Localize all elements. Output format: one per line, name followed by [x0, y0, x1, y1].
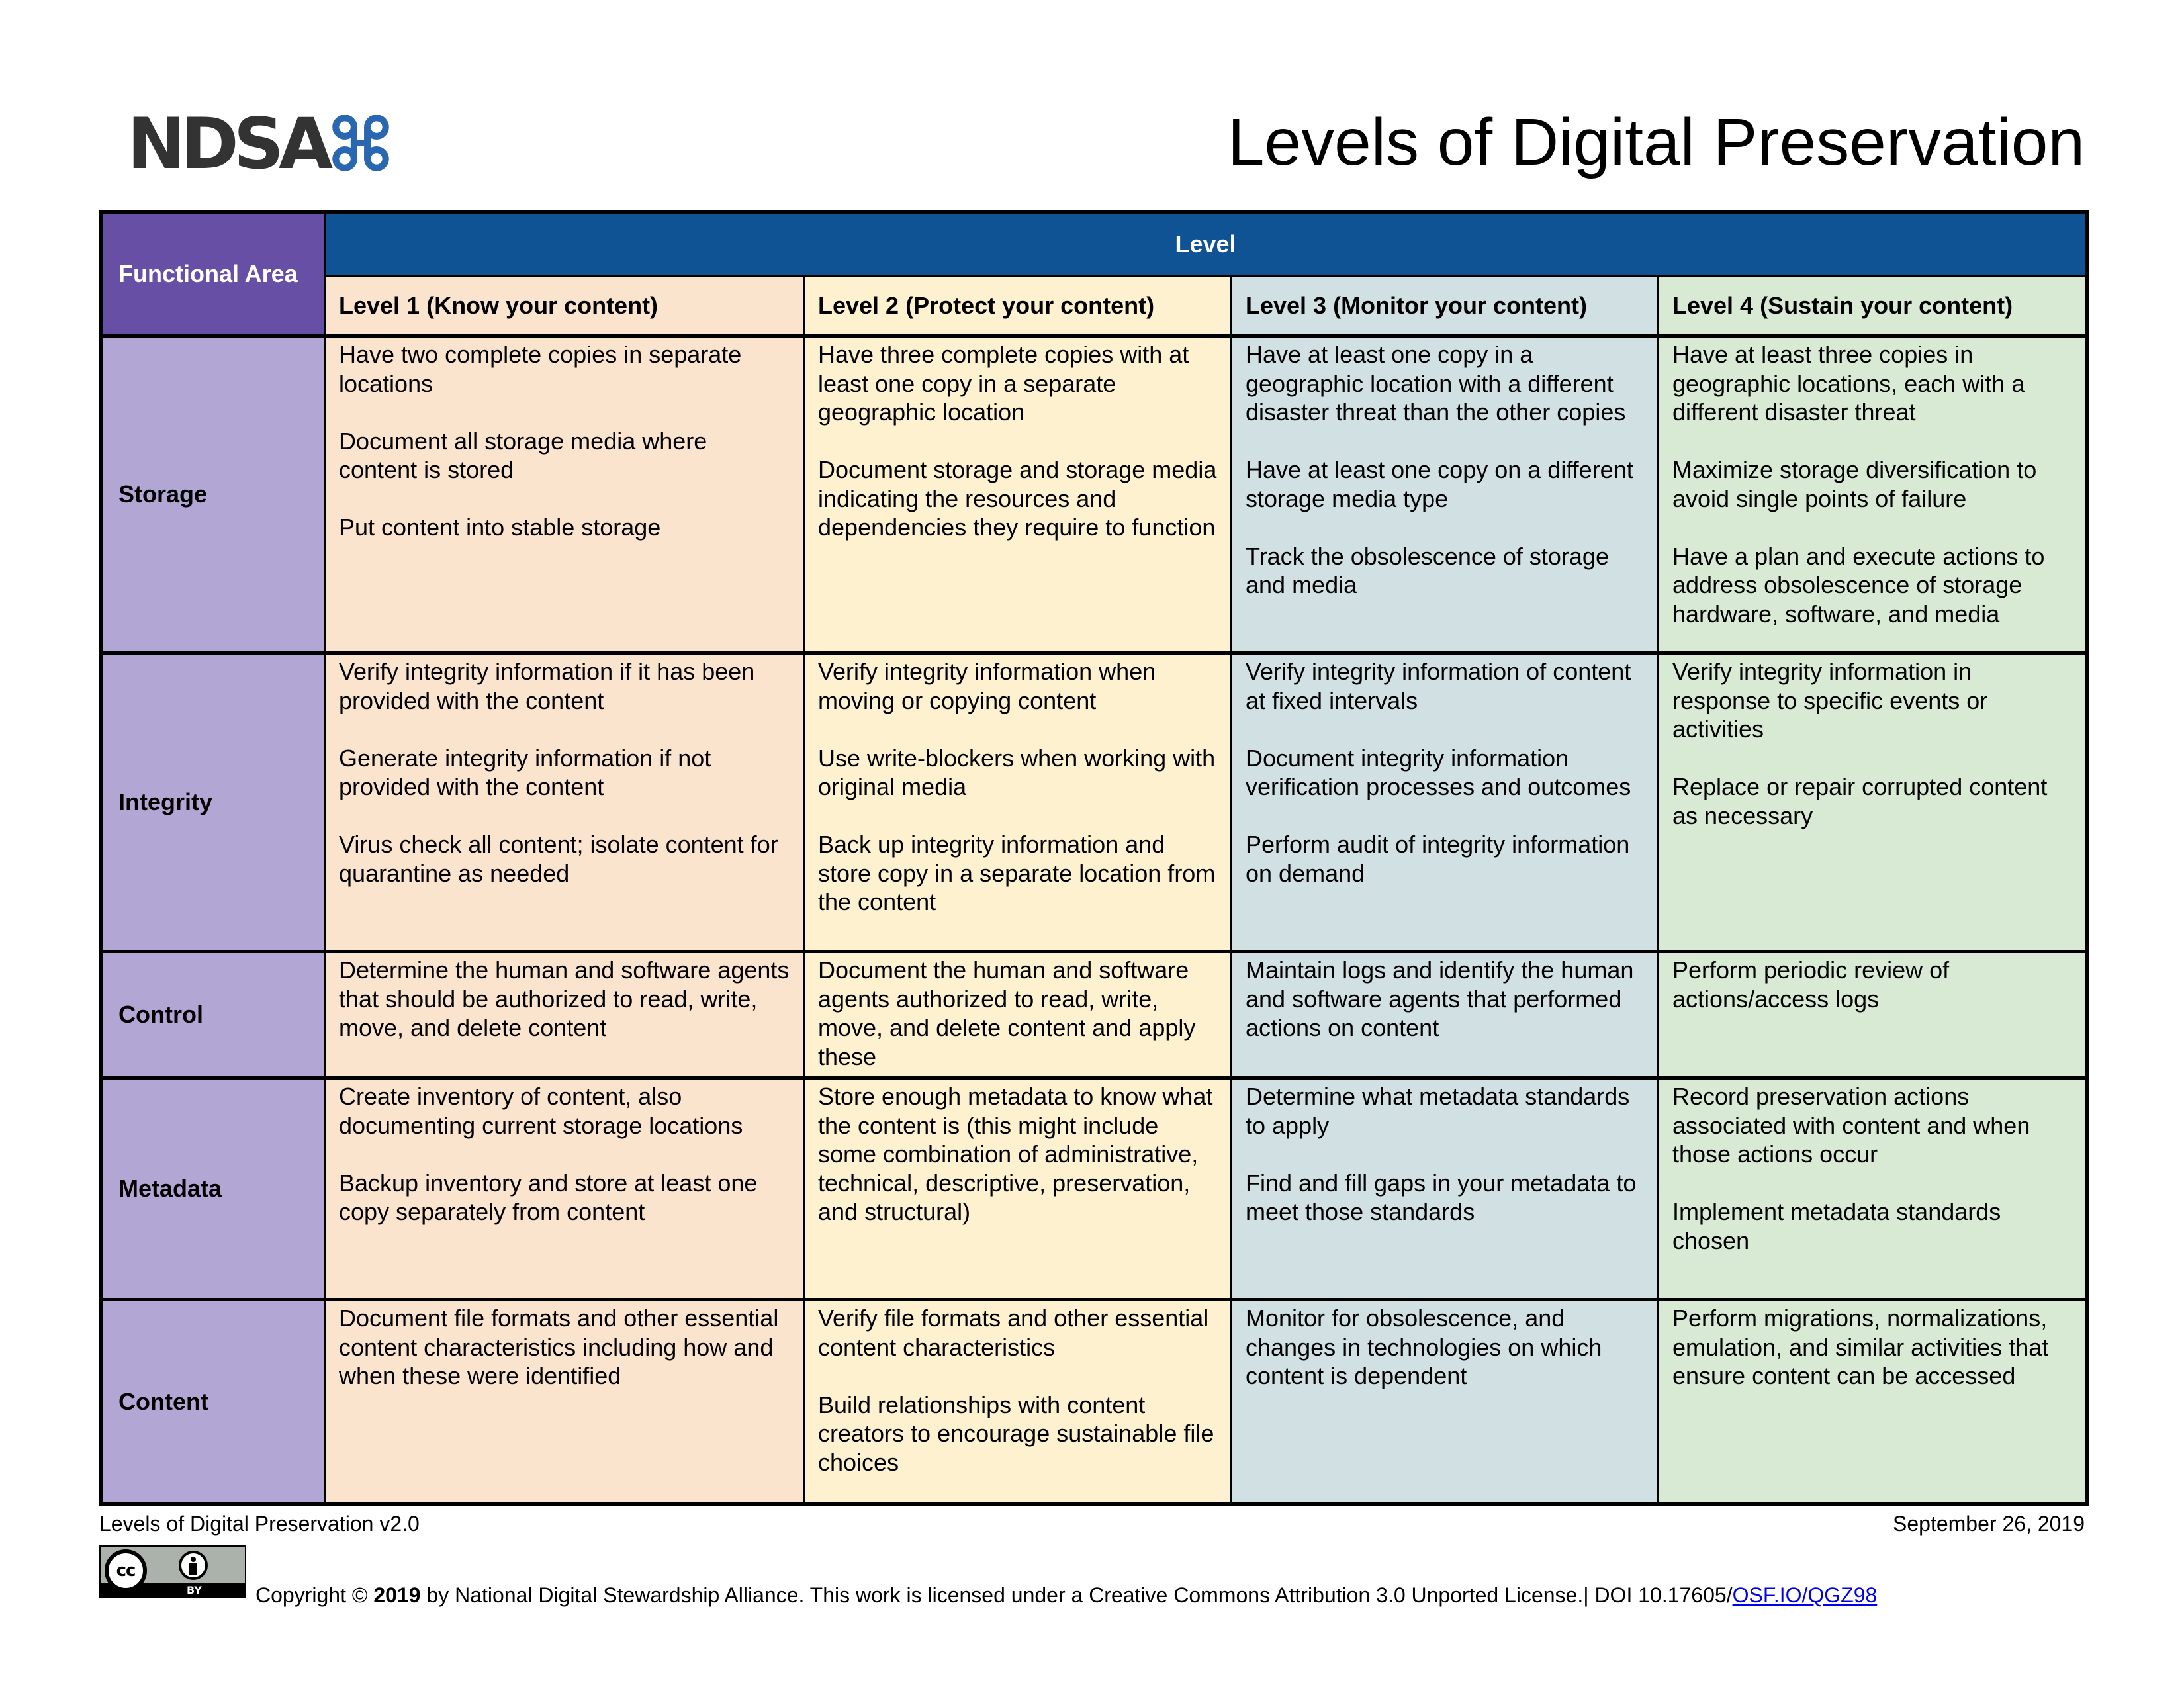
- level-2-cell: Store enough metadata to know what the c…: [803, 1076, 1232, 1301]
- requirement-item: Document storage and storage media indic…: [818, 456, 1217, 541]
- requirement-item: Have at least one copy on a different st…: [1246, 456, 1633, 512]
- requirement-item: Determine the human and software agents …: [339, 956, 790, 1041]
- requirement-item: Record preservation actions associated w…: [1672, 1083, 2030, 1168]
- requirement-item: Document integrity information verificat…: [1246, 744, 1631, 801]
- level-2-header: Level 2 (Protect your content): [803, 275, 1232, 338]
- requirement-item: Have two complete copies in separate loc…: [339, 341, 742, 397]
- level-2-cell: Verify file formats and other essential …: [803, 1298, 1232, 1505]
- requirement-item: Perform migrations, normalizations, emul…: [1672, 1305, 2049, 1389]
- copyright-notice: Copyright © 2019 by National Digital Ste…: [255, 1583, 1877, 1608]
- level-1-cell: Have two complete copies in separate loc…: [324, 334, 805, 654]
- requirement-item: Document file formats and other essentia…: [339, 1305, 779, 1389]
- requirement-item: Verify integrity information if it has b…: [339, 658, 755, 714]
- levels-table: Functional Area Level Level 1 (Know your…: [99, 210, 2089, 1506]
- logo-text: NDSA: [127, 103, 333, 185]
- level-1-cell: Document file formats and other essentia…: [324, 1298, 805, 1505]
- level-3-cell: Verify integrity information of content …: [1230, 651, 1659, 952]
- requirement-item: Document all storage media where content…: [339, 427, 707, 484]
- requirement-item: Put content into stable storage: [339, 514, 661, 541]
- level-3-cell: Determine what metadata standards to app…: [1230, 1076, 1659, 1301]
- level-2-cell: Verify integrity information when moving…: [803, 651, 1232, 952]
- requirement-item: Backup inventory and store at least one …: [339, 1169, 758, 1226]
- requirement-item: Maximize storage diversification to avoi…: [1672, 456, 2037, 512]
- requirement-item: Build relationships with content creator…: [818, 1391, 1214, 1476]
- level-1-cell: Create inventory of content, also docume…: [324, 1076, 805, 1301]
- requirement-item: Verify integrity information in response…: [1672, 658, 1988, 743]
- requirement-item: Generate integrity information if not pr…: [339, 744, 711, 801]
- requirement-item: Verify integrity information when moving…: [818, 658, 1156, 714]
- requirement-item: Replace or repair corrupted content as n…: [1672, 773, 2048, 829]
- copyright-year: 2019: [373, 1583, 421, 1607]
- requirement-item: Perform audit of integrity information o…: [1246, 831, 1630, 887]
- level-header: Level: [324, 211, 2088, 277]
- level-4-header: Level 4 (Sustain your content): [1657, 275, 2088, 338]
- level-3-cell: Have at least one copy in a geographic l…: [1230, 334, 1659, 654]
- level-3-header: Level 3 (Monitor your content): [1230, 275, 1659, 338]
- level-3-cell: Maintain logs and identify the human and…: [1230, 950, 1659, 1079]
- level-1-cell: Verify integrity information if it has b…: [324, 651, 805, 952]
- level-2-cell: Document the human and software agents a…: [803, 950, 1232, 1079]
- doi-link[interactable]: OSF.IO/QGZ98: [1733, 1583, 1878, 1607]
- level-4-cell: Record preservation actions associated w…: [1657, 1076, 2088, 1301]
- ndsa-knot-icon: [332, 115, 389, 171]
- requirement-item: Implement metadata standards chosen: [1672, 1198, 2001, 1254]
- cc-icon: cc: [105, 1549, 147, 1592]
- functional-area-header: Functional Area: [100, 211, 326, 337]
- requirement-item: Use write-blockers when working with ori…: [818, 744, 1216, 801]
- table-row-metadata: Metadata Create inventory of content, als…: [100, 1076, 2088, 1301]
- requirement-item: Have at least three copies in geographic…: [1672, 341, 2025, 426]
- creative-commons-by-icon: cc BY: [99, 1545, 246, 1598]
- functional-area-label: Storage: [100, 334, 326, 654]
- level-3-cell: Monitor for obsolescence, and changes in…: [1230, 1298, 1659, 1505]
- level-4-cell: Have at least three copies in geographic…: [1657, 334, 2088, 654]
- functional-area-label: Integrity: [100, 651, 326, 952]
- level-2-cell: Have three complete copies with at least…: [803, 334, 1232, 654]
- table-row-integrity: Integrity Verify integrity information if…: [100, 651, 2088, 952]
- version-label: Levels of Digital Preservation v2.0: [99, 1512, 420, 1536]
- functional-area-label: Metadata: [100, 1076, 326, 1301]
- functional-area-label: Content: [100, 1298, 326, 1505]
- requirement-item: Monitor for obsolescence, and changes in…: [1246, 1305, 1602, 1389]
- requirement-item: Have three complete copies with at least…: [818, 341, 1189, 426]
- attribution-person-icon: [179, 1551, 208, 1580]
- requirement-item: Track the obsolescence of storage and me…: [1246, 542, 1609, 599]
- copyright-suffix: by National Digital Stewardship Alliance…: [420, 1583, 1733, 1607]
- functional-area-label: Control: [100, 950, 326, 1079]
- level-4-cell: Verify integrity information in response…: [1657, 651, 2088, 952]
- requirement-item: Store enough metadata to know what the c…: [818, 1083, 1213, 1225]
- table-row-control: Control Determine the human and software …: [100, 950, 2088, 1079]
- requirement-item: Document the human and software agents a…: [818, 956, 1196, 1070]
- table-row-content: Content Document file formats and other e…: [100, 1298, 2088, 1505]
- level-1-cell: Determine the human and software agents …: [324, 950, 805, 1079]
- requirement-item: Perform periodic review of actions/acces…: [1672, 956, 1950, 1013]
- requirement-item: Maintain logs and identify the human and…: [1246, 956, 1634, 1041]
- requirement-item: Back up integrity information and store …: [818, 831, 1216, 915]
- requirement-item: Determine what metadata standards to app…: [1246, 1083, 1630, 1139]
- by-label: BY: [187, 1584, 202, 1596]
- page-title: Levels of Digital Preservation: [1227, 105, 2085, 179]
- requirement-item: Verify integrity information of content …: [1246, 658, 1631, 714]
- level-4-cell: Perform migrations, normalizations, emul…: [1657, 1298, 2088, 1505]
- requirement-item: Virus check all content; isolate content…: [339, 831, 778, 887]
- requirement-item: Create inventory of content, also docume…: [339, 1083, 743, 1139]
- level-1-header: Level 1 (Know your content): [324, 275, 805, 338]
- requirement-item: Verify file formats and other essential …: [818, 1305, 1209, 1361]
- level-4-cell: Perform periodic review of actions/acces…: [1657, 950, 2088, 1079]
- requirement-item: Have a plan and execute actions to addre…: [1672, 542, 2045, 627]
- requirement-item: Have at least one copy in a geographic l…: [1246, 341, 1626, 426]
- copyright-prefix: Copyright ©: [255, 1583, 374, 1607]
- ndsa-logo: NDSA: [127, 103, 391, 185]
- table-row-storage: Storage Have two complete copies in separ…: [100, 334, 2088, 654]
- date-label: September 26, 2019: [1893, 1512, 2085, 1536]
- requirement-item: Find and fill gaps in your metadata to m…: [1246, 1169, 1637, 1226]
